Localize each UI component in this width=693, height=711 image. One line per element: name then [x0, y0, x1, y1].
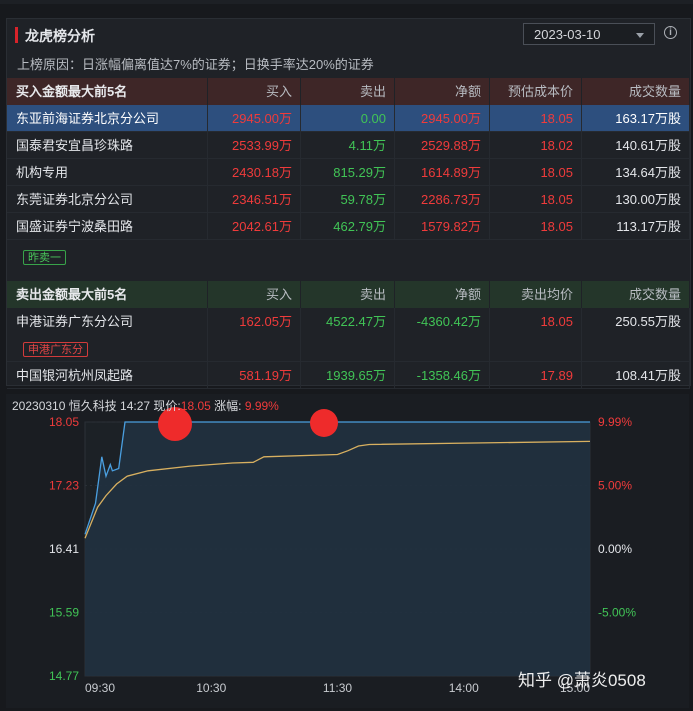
header-cell[interactable]: 买入 [208, 281, 301, 308]
cell-cost: 18.02 [490, 132, 582, 159]
cell-net: 2945.00万 [395, 105, 490, 132]
dragon-tiger-panel: 龙虎榜分析 2023-03-10 i 上榜原因：日涨幅偏离值达7%的证券；日换手… [6, 18, 691, 389]
cell-sell: 815.29万 [301, 159, 395, 186]
cell-sell: 4522.47万 [301, 308, 395, 362]
title-accent-bar [15, 27, 18, 43]
cell-buy: 2430.18万 [208, 159, 301, 186]
cell-volume: 113.17万股 [582, 213, 690, 240]
top-strip [0, 0, 693, 4]
header-cell[interactable]: 买入 [208, 78, 301, 105]
cell-buy: 2042.61万 [208, 213, 301, 240]
y-left-tick-label: 15.59 [49, 606, 79, 620]
y-left-tick-label: 14.77 [49, 669, 79, 683]
cell-net: 1579.82万 [395, 213, 490, 240]
header-cell[interactable]: 卖出 [301, 78, 395, 105]
cell-buy: 581.19万 [208, 362, 301, 389]
cell-net: 2286.73万 [395, 186, 490, 213]
cell-volume: 130.00万股 [582, 186, 690, 213]
cell-buy: 2945.00万 [208, 105, 301, 132]
x-tick-label: 11:30 [323, 681, 352, 695]
cell-volume: 108.41万股 [582, 362, 690, 389]
cell-net: -4360.42万 [395, 308, 490, 362]
y-right-tick-label: 5.00% [598, 479, 632, 493]
sell-table-header: 卖出金额最大前5名 买入 卖出 净额 卖出均价 成交数量 [7, 281, 690, 308]
x-tick-label: 10:30 [196, 681, 226, 695]
header-cell[interactable]: 卖出 [301, 281, 395, 308]
date-value: 2023-03-10 [534, 27, 601, 42]
cell-sell: 59.78万 [301, 186, 395, 213]
info-icon[interactable]: i [664, 26, 677, 39]
table-row[interactable]: 国泰君安宜昌珍珠路 2533.99万 4.11万 2529.88万 18.02 140.6… [7, 132, 690, 159]
header-cell[interactable]: 卖出均价 [490, 281, 582, 308]
date-select[interactable]: 2023-03-10 [523, 23, 655, 45]
cell-name: 东亚前海证券北京分公司 [7, 105, 208, 132]
broker-alias-tag: 申港广东分 [23, 342, 88, 357]
cell-sell: 462.79万 [301, 213, 395, 240]
y-right-tick-label: 0.00% [598, 542, 632, 556]
x-tick-label: 14:00 [449, 681, 479, 695]
y-right-tick-label: 9.99% [598, 415, 632, 429]
cell-net: -1358.46万 [395, 362, 490, 389]
header-cell[interactable]: 净额 [395, 78, 490, 105]
cell-cost: 17.89 [490, 362, 582, 389]
header-cell: 卖出金额最大前5名 [7, 281, 208, 308]
listing-reason: 上榜原因：日涨幅偏离值达7%的证券；日换手率达20%的证券 [17, 57, 374, 72]
yesterday-sell-tag: 昨卖一 [23, 250, 66, 265]
current-price: 18.05 [180, 399, 211, 413]
cell-volume: 134.64万股 [582, 159, 690, 186]
table-row[interactable]: 机构专用 2430.18万 815.29万 1614.89万 18.05 134.64万股 [7, 159, 690, 186]
table-row[interactable]: 东莞证券北京分公司 2346.51万 59.78万 2286.73万 18.05 130.… [7, 186, 690, 213]
x-tick-label: 09:30 [85, 681, 115, 695]
cell-volume: 163.17万股 [582, 105, 690, 132]
header-cell[interactable]: 成交数量 [582, 281, 690, 308]
y-right-tick-label: -5.00% [598, 606, 636, 620]
y-left-tick-label: 17.23 [49, 479, 79, 493]
cell-name: 国泰君安宜昌珍珠路 [7, 132, 208, 159]
y-left-tick-label: 16.41 [49, 542, 79, 556]
cell-buy: 2533.99万 [208, 132, 301, 159]
table-row[interactable]: 中国银河杭州凤起路 581.19万 1939.65万 -1358.46万 17.89 10… [7, 362, 690, 389]
intraday-chart: 20230310 恒久科技 14:27 现价:18.05 涨幅: 9.99% 1… [6, 394, 689, 708]
cell-sell: 4.11万 [301, 132, 395, 159]
cell-sell: 0.00 [301, 105, 395, 132]
cell-name: 东莞证券北京分公司 [7, 186, 208, 213]
cell-net: 1614.89万 [395, 159, 490, 186]
price-area [85, 422, 590, 676]
change-percent: 9.99% [244, 399, 279, 413]
table-row[interactable]: 东亚前海证券北京分公司 2945.00万 0.00 2945.00万 18.05 163.… [7, 105, 690, 132]
cell-cost: 18.05 [490, 308, 582, 362]
header-cell: 买入金额最大前5名 [7, 78, 208, 105]
panel-title: 龙虎榜分析 [25, 28, 95, 44]
cell-net: 2529.88万 [395, 132, 490, 159]
cell-name: 中国银河杭州凤起路 [7, 362, 208, 389]
cell-buy: 162.05万 [208, 308, 301, 362]
cell-volume: 250.55万股 [582, 308, 690, 362]
cell-buy: 2346.51万 [208, 186, 301, 213]
table-row[interactable]: 申港证券广东分公司 162.05万 4522.47万 -4360.42万 18.05 25… [7, 308, 690, 362]
chart-header: 20230310 恒久科技 14:27 现价:18.05 涨幅: 9.99% [12, 397, 279, 414]
header-cell[interactable]: 预估成本价 [490, 78, 582, 105]
cell-cost: 18.05 [490, 105, 582, 132]
cell-volume: 140.61万股 [582, 132, 690, 159]
cell-cost: 18.05 [490, 186, 582, 213]
change-label: 涨幅: [214, 399, 242, 413]
header-cell[interactable]: 成交数量 [582, 78, 690, 105]
cell-cost: 18.05 [490, 213, 582, 240]
table-row[interactable]: 国盛证券宁波桑田路 2042.61万 462.79万 1579.82万 18.05 113… [7, 213, 690, 240]
chevron-down-icon [636, 33, 644, 38]
cell-name: 机构专用 [7, 159, 208, 186]
chart-header-prefix: 20230310 恒久科技 14:27 现价: [12, 399, 181, 413]
cell-cost: 18.05 [490, 159, 582, 186]
panel-header: 龙虎榜分析 2023-03-10 i [7, 19, 690, 49]
marker-dot [310, 409, 338, 437]
watermark: 知乎 @萧炎0508 [518, 671, 646, 690]
y-left-tick-label: 18.05 [49, 415, 79, 429]
buy-table-header: 买入金额最大前5名 买入 卖出 净额 预估成本价 成交数量 [7, 78, 690, 105]
chart-svg: 18.05 17.23 16.41 15.59 14.77 9.99% 5.00% 0.00%… [6, 394, 689, 708]
cell-name: 国盛证券宁波桑田路 [7, 213, 208, 240]
header-cell[interactable]: 净额 [395, 281, 490, 308]
cell-sell: 1939.65万 [301, 362, 395, 389]
